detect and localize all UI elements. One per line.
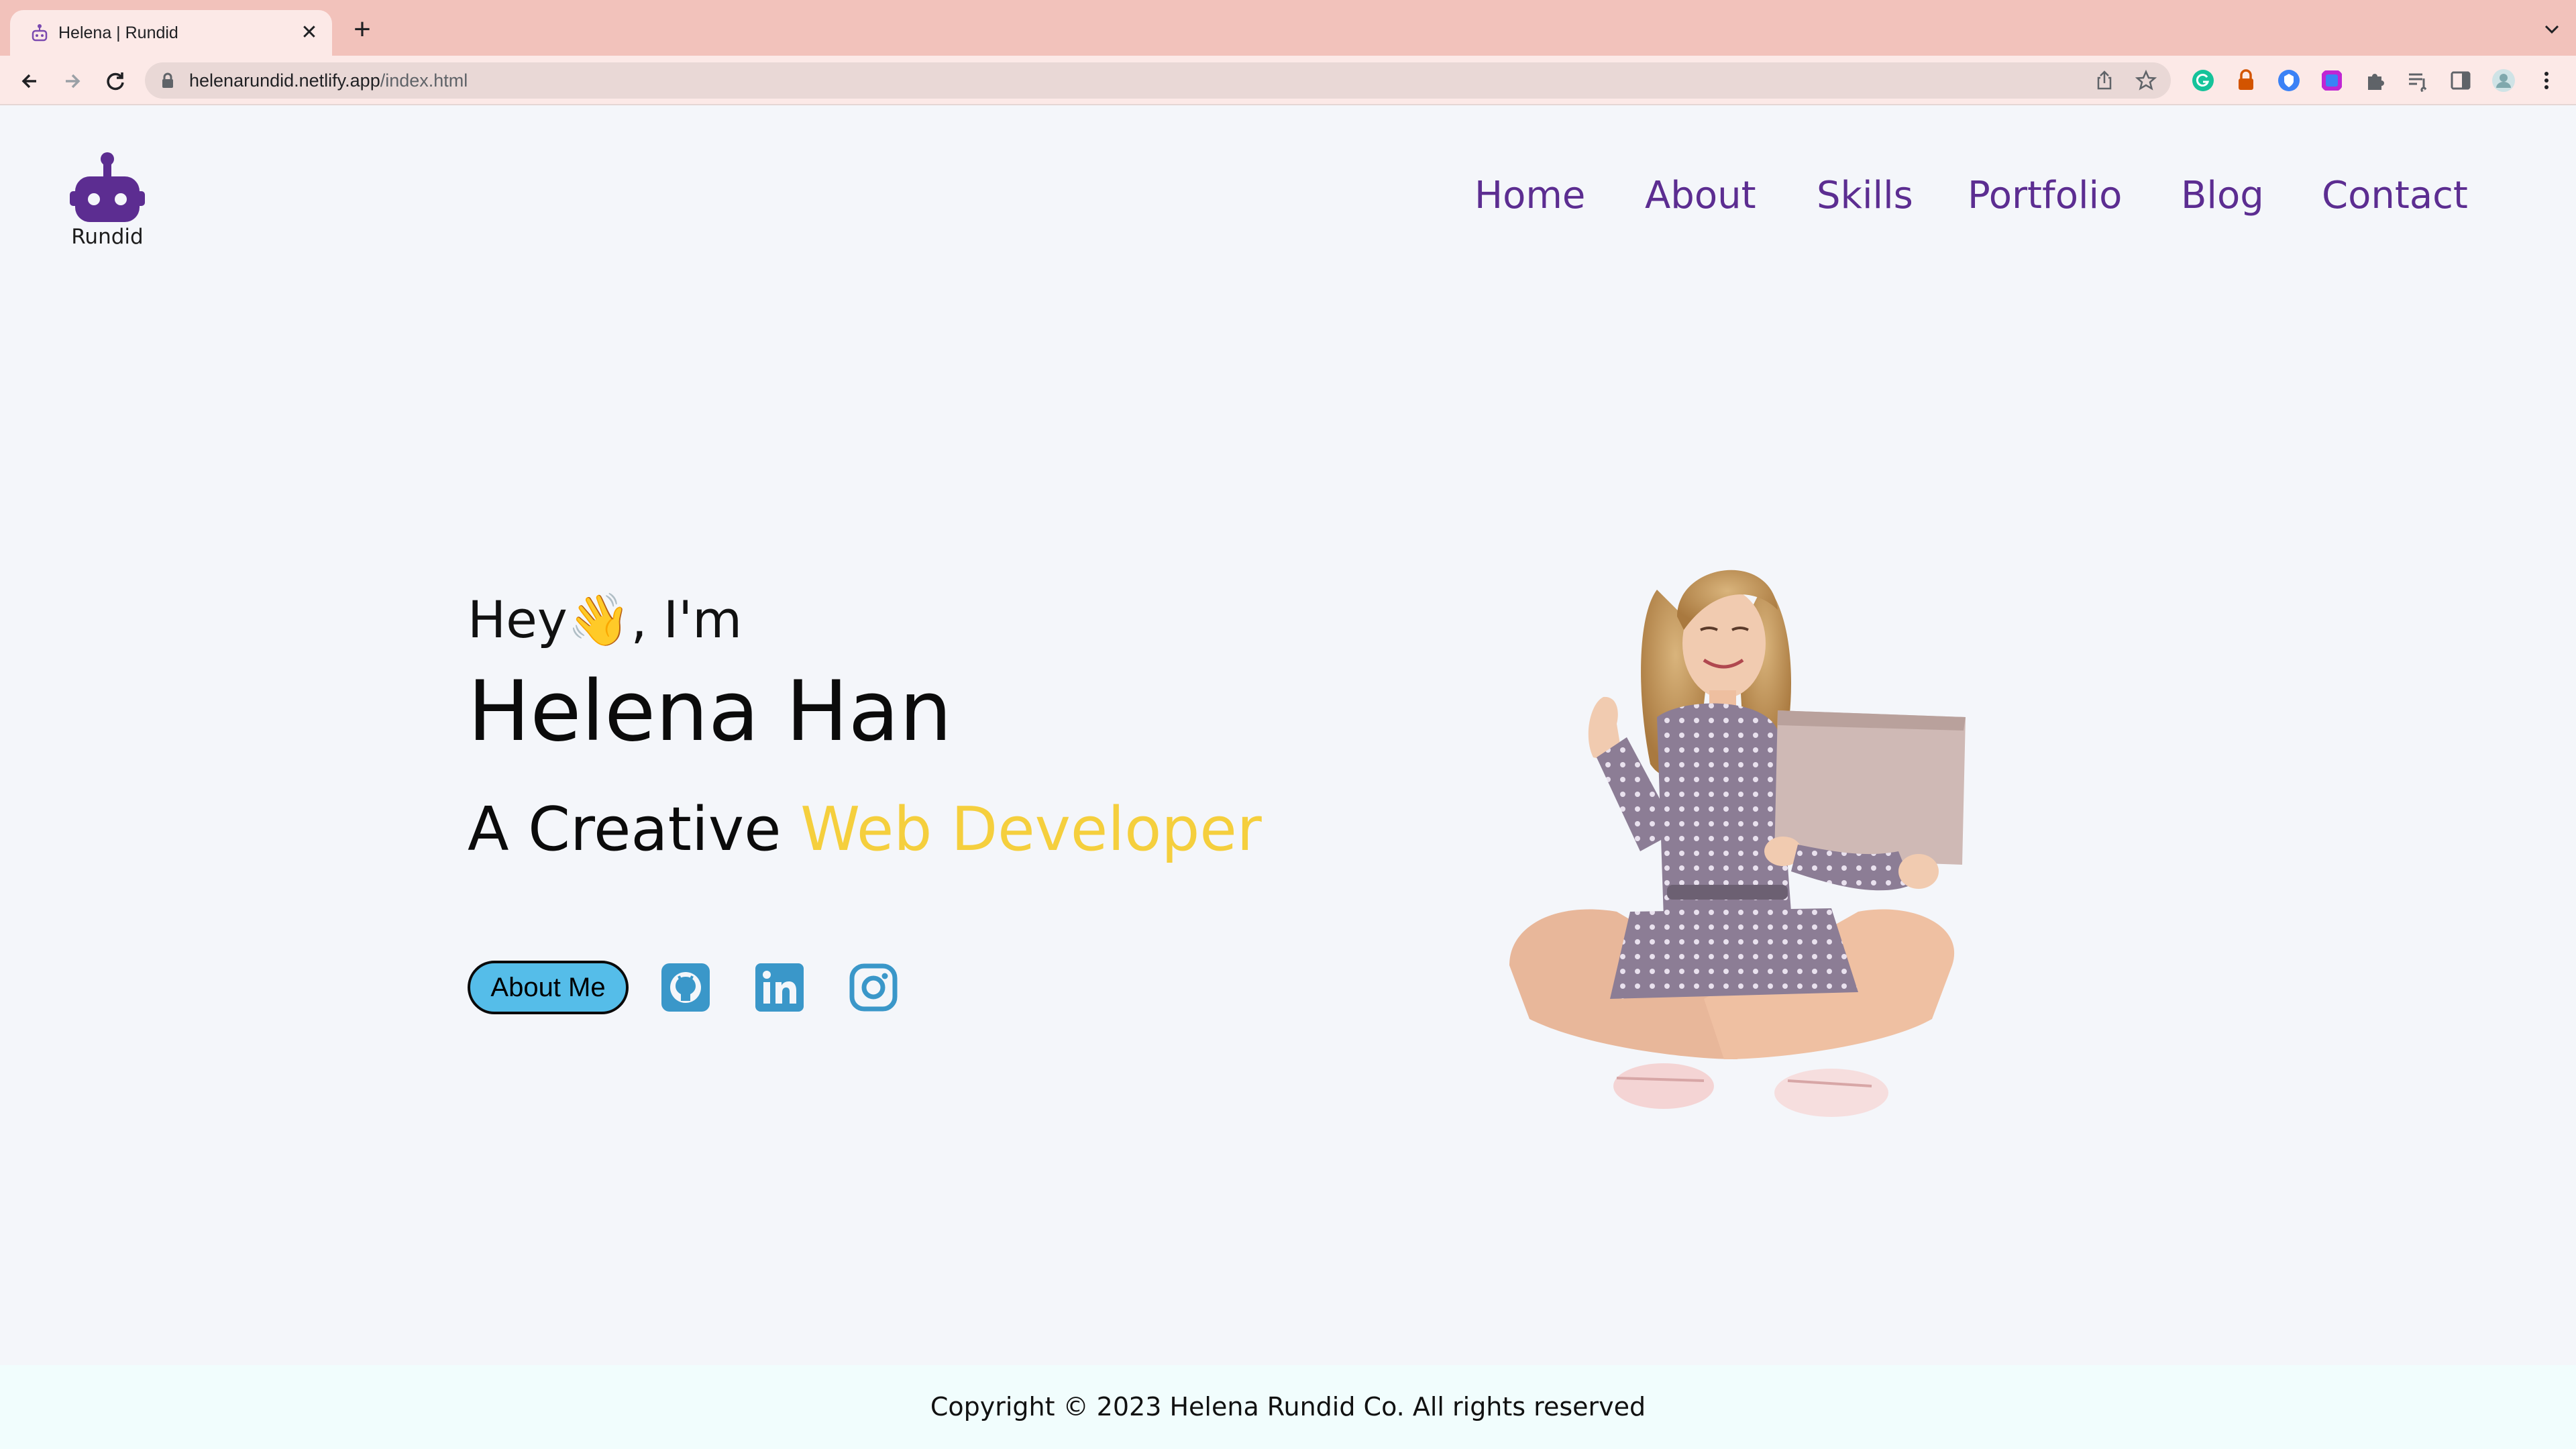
robot-logo-icon xyxy=(70,152,145,222)
grammarly-extension-icon[interactable] xyxy=(2191,68,2215,93)
site-logo[interactable]: Rundid xyxy=(66,152,149,253)
browser-menu-icon[interactable] xyxy=(2534,68,2559,93)
copyright-text: Copyright © 2023 Helena Rundid Co. All r… xyxy=(930,1392,1646,1421)
hero-name: Helena Han xyxy=(468,663,953,760)
nav-about[interactable]: About xyxy=(1645,174,1756,217)
lock-icon[interactable] xyxy=(161,72,174,89)
hero-greeting: Hey👋, I'm xyxy=(468,590,742,650)
nav-skills[interactable]: Skills xyxy=(1817,174,1913,217)
extensions-puzzle-icon[interactable] xyxy=(2363,68,2387,93)
browser-tab[interactable]: Helena | Rundid ✕ xyxy=(10,10,332,56)
linkedin-icon[interactable] xyxy=(754,962,805,1013)
nav-blog[interactable]: Blog xyxy=(2181,174,2264,217)
share-icon[interactable] xyxy=(2093,69,2116,92)
title-prefix: A Creative xyxy=(468,794,801,865)
color-picker-extension-icon[interactable] xyxy=(2320,68,2344,93)
reading-list-icon[interactable] xyxy=(2406,68,2430,93)
address-bar[interactable]: helenarundid.netlify.app/index.html xyxy=(145,62,2171,99)
forward-arrow-icon[interactable] xyxy=(59,68,86,95)
title-accent: Web Developer xyxy=(800,794,1262,865)
greeting-text: Hey xyxy=(468,590,568,649)
url-text[interactable]: helenarundid.netlify.app/index.html xyxy=(189,62,468,99)
shield-extension-icon[interactable] xyxy=(2277,68,2301,93)
hero-title: A Creative Web Developer xyxy=(468,794,1262,865)
browser-tab-strip: Helena | Rundid ✕ + xyxy=(0,0,2576,56)
side-panel-icon[interactable] xyxy=(2449,68,2473,93)
browser-toolbar: helenarundid.netlify.app/index.html xyxy=(0,56,2576,105)
back-arrow-icon[interactable] xyxy=(16,68,43,95)
nav-home[interactable]: Home xyxy=(1474,174,1585,217)
reload-icon[interactable] xyxy=(102,68,129,95)
developer-portrait-image xyxy=(1509,570,1966,1117)
github-icon[interactable] xyxy=(660,962,711,1013)
url-domain: helenarundid.netlify.app xyxy=(189,70,380,91)
profile-avatar-icon[interactable] xyxy=(2491,68,2516,93)
robot-favicon-icon xyxy=(32,24,48,42)
instagram-icon[interactable] xyxy=(848,962,899,1013)
nav-contact[interactable]: Contact xyxy=(2322,174,2468,217)
page-content: Rundid Home About Skills Portfolio Blog … xyxy=(0,107,2576,1365)
nav-portfolio[interactable]: Portfolio xyxy=(1968,174,2122,217)
url-path: /index.html xyxy=(380,70,468,91)
chevron-down-icon[interactable] xyxy=(2540,17,2564,42)
greeting-suffix: , I'm xyxy=(631,590,743,649)
new-tab-icon[interactable]: + xyxy=(349,15,376,44)
site-footer: Copyright © 2023 Helena Rundid Co. All r… xyxy=(0,1365,2576,1449)
tab-close-icon[interactable]: ✕ xyxy=(299,22,320,44)
waving-hand-emoji: 👋 xyxy=(567,590,631,649)
bookmark-star-icon[interactable] xyxy=(2135,69,2157,92)
logo-text: Rundid xyxy=(71,225,144,249)
lock-extension-icon[interactable] xyxy=(2234,68,2258,93)
about-me-button[interactable]: About Me xyxy=(468,961,629,1014)
tab-title: Helena | Rundid xyxy=(58,23,178,42)
